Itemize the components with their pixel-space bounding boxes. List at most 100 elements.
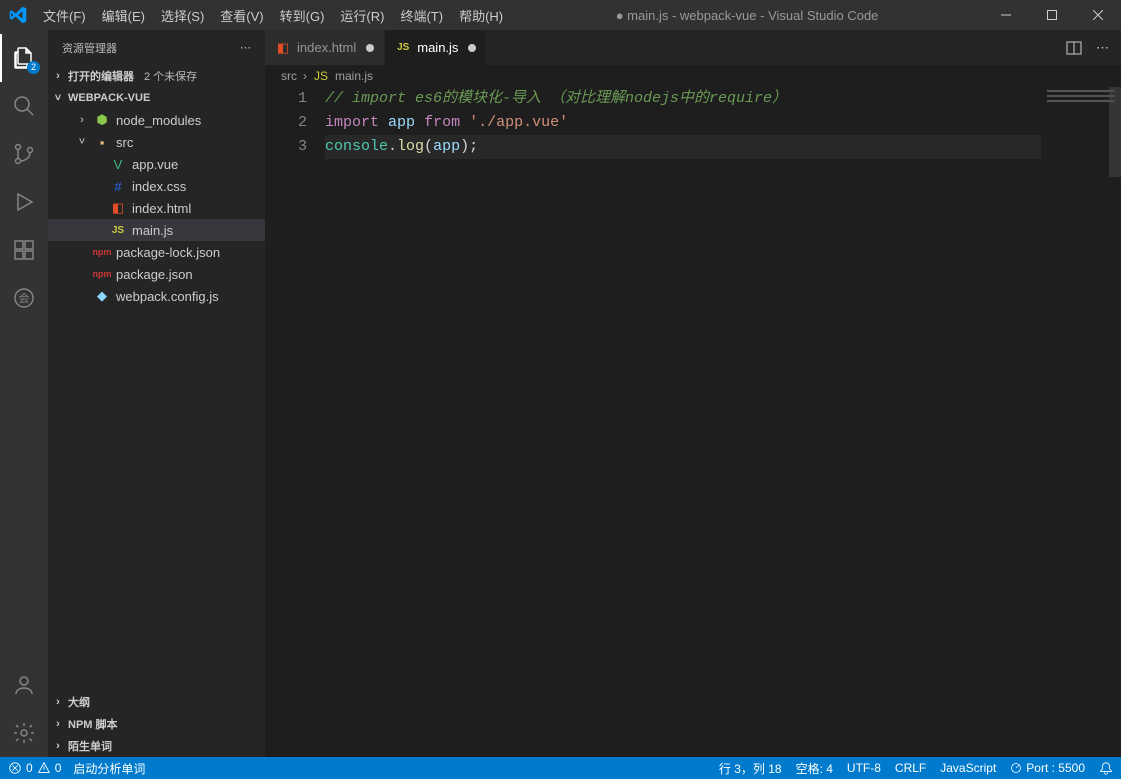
tree-item-main-js[interactable]: JS main.js	[48, 219, 265, 241]
breadcrumbs[interactable]: src › JS main.js	[265, 65, 1121, 87]
tree-item-label: app.vue	[132, 157, 178, 172]
section-project[interactable]: ˅ WEBPACK-VUE	[48, 87, 265, 109]
tree-item-node_modules[interactable]: ›⬢node_modules	[48, 109, 265, 131]
minimap-scroll-handle[interactable]	[1109, 87, 1121, 177]
webpack-file-icon: ◆	[94, 288, 110, 304]
minimap[interactable]	[1041, 87, 1121, 757]
status-notifications-icon[interactable]	[1099, 761, 1113, 775]
menu-run[interactable]: 运行(R)	[332, 0, 392, 30]
status-encoding[interactable]: UTF-8	[847, 761, 881, 775]
css-file-icon: #	[110, 179, 126, 194]
chevron-right-icon: ›	[303, 69, 307, 83]
section-outline[interactable]: › 大纲	[48, 691, 265, 713]
open-editors-unsaved-count: 2 个未保存	[144, 68, 197, 84]
js-file-icon: JS	[313, 69, 329, 83]
sidebar-more-icon[interactable]: ⋯	[240, 41, 251, 54]
tree-item-webpack-config-js[interactable]: ◆ webpack.config.js	[48, 285, 265, 307]
status-port-label: Port : 5500	[1026, 761, 1085, 775]
svg-text:会: 会	[19, 292, 30, 305]
tab-index-html[interactable]: ◧ index.html	[265, 30, 385, 65]
tree-item-index-html[interactable]: ◧index.html	[48, 197, 265, 219]
tab-label: index.html	[297, 40, 356, 55]
menu-edit[interactable]: 编辑(E)	[94, 0, 153, 30]
activity-extensions[interactable]	[0, 226, 48, 274]
activity-accounts[interactable]	[0, 661, 48, 709]
status-port[interactable]: Port : 5500	[1010, 761, 1085, 775]
status-spaces[interactable]: 空格: 4	[796, 760, 833, 777]
project-name-label: WEBPACK-VUE	[68, 92, 150, 104]
menu-terminal[interactable]: 终端(T)	[392, 0, 451, 30]
node-modules-icon: ⬢	[94, 112, 110, 128]
status-errors-count: 0	[26, 761, 33, 775]
line-gutter: 123	[265, 87, 325, 757]
maximize-button[interactable]	[1029, 0, 1075, 30]
menu-selection[interactable]: 选择(S)	[153, 0, 212, 30]
npm-scripts-label: NPM 脚本	[68, 716, 118, 732]
dirty-indicator-icon	[468, 44, 476, 52]
close-button[interactable]	[1075, 0, 1121, 30]
menu-help[interactable]: 帮助(H)	[451, 0, 511, 30]
folder-icon: ▪	[94, 135, 110, 150]
chevron-icon: ›	[76, 114, 88, 126]
chevron-right-icon: ›	[52, 696, 64, 708]
vue-file-icon: V	[110, 157, 126, 172]
js-file-icon: JS	[110, 225, 126, 236]
section-npm-scripts[interactable]: › NPM 脚本	[48, 713, 265, 735]
status-problems[interactable]: 0 0	[8, 761, 61, 775]
status-bar: 0 0 启动分析单词 行 3，列 18 空格: 4 UTF-8 CRLF Jav…	[0, 757, 1121, 779]
explorer-badge: 2	[27, 61, 40, 74]
tree-item-label: package.json	[116, 267, 193, 282]
minimize-button[interactable]	[983, 0, 1029, 30]
window-title: ● main.js - webpack-vue - Visual Studio …	[511, 8, 983, 23]
tab-label: main.js	[417, 40, 458, 55]
code-area[interactable]: // import es6的模块化-导入 （对比理解nodejs中的requir…	[325, 87, 1121, 757]
sidebar-header: 资源管理器 ⋯	[48, 30, 265, 65]
menu-file[interactable]: 文件(F)	[35, 0, 94, 30]
status-analysis[interactable]: 启动分析单词	[73, 760, 145, 777]
chevron-right-icon: ›	[52, 740, 64, 752]
html-file-icon: ◧	[275, 40, 291, 56]
status-language[interactable]: JavaScript	[940, 761, 996, 775]
npm-file-icon: npm	[94, 247, 110, 257]
html-file-icon: ◧	[110, 200, 126, 216]
activity-source-control[interactable]	[0, 130, 48, 178]
breadcrumb-file[interactable]: main.js	[335, 69, 373, 83]
section-unknown-words[interactable]: › 陌生单词	[48, 735, 265, 757]
open-editors-label: 打开的编辑器	[68, 68, 134, 84]
tree-item-package-json[interactable]: npmpackage.json	[48, 263, 265, 285]
chevron-right-icon: ›	[52, 718, 64, 730]
tree-item-index-css[interactable]: #index.css	[48, 175, 265, 197]
menu-view[interactable]: 查看(V)	[212, 0, 271, 30]
editor-group: ◧index.htmlJSmain.js ⋯ src › JS main.js …	[265, 30, 1121, 757]
activity-search[interactable]	[0, 82, 48, 130]
outline-label: 大纲	[68, 694, 90, 710]
activity-account-extra[interactable]: 会	[0, 274, 48, 322]
status-line-col[interactable]: 行 3，列 18	[719, 760, 782, 777]
sidebar-title: 资源管理器	[62, 40, 117, 56]
tree-item-src[interactable]: ˅▪src	[48, 131, 265, 153]
editor-more-icon[interactable]: ⋯	[1096, 40, 1109, 56]
tree-item-app-vue[interactable]: Vapp.vue	[48, 153, 265, 175]
section-open-editors[interactable]: › 打开的编辑器 2 个未保存	[48, 65, 265, 87]
js-file-icon: JS	[395, 42, 411, 53]
vscode-logo-icon	[0, 6, 35, 24]
tree-item-label: main.js	[132, 223, 173, 238]
chevron-right-icon: ›	[52, 70, 64, 82]
status-eol[interactable]: CRLF	[895, 761, 926, 775]
activity-settings[interactable]	[0, 709, 48, 757]
menu-go[interactable]: 转到(G)	[272, 0, 333, 30]
breadcrumb-folder[interactable]: src	[281, 69, 297, 83]
file-tree: ›⬢node_modules˅▪srcVapp.vue#index.css◧in…	[48, 109, 265, 691]
tree-item-package-lock-json[interactable]: npmpackage-lock.json	[48, 241, 265, 263]
activity-run-debug[interactable]	[0, 178, 48, 226]
tree-item-label: webpack.config.js	[116, 289, 219, 304]
tab-main-js[interactable]: JS main.js	[385, 30, 487, 65]
activity-explorer[interactable]: 2	[0, 34, 48, 82]
code-editor[interactable]: 123 // import es6的模块化-导入 （对比理解nodejs中的re…	[265, 87, 1121, 757]
tree-item-label: src	[116, 135, 133, 150]
activity-bar: 2 会	[0, 30, 48, 757]
split-editor-icon[interactable]	[1066, 40, 1082, 56]
title-bar: 文件(F) 编辑(E) 选择(S) 查看(V) 转到(G) 运行(R) 终端(T…	[0, 0, 1121, 30]
editor-tabs: ◧ index.html JS main.js ⋯	[265, 30, 1121, 65]
window-controls	[983, 0, 1121, 30]
